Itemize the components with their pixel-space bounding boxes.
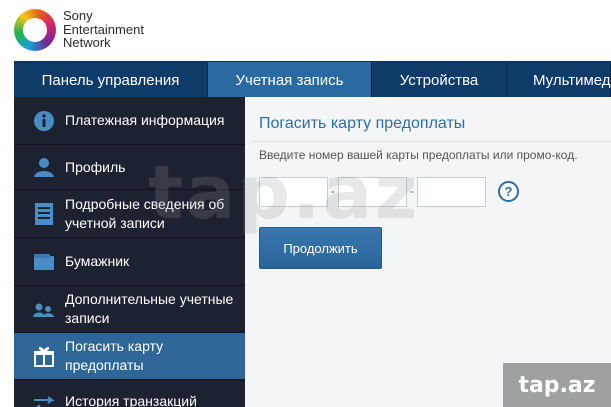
- sidebar-item-label: Профиль: [65, 158, 126, 175]
- gift-icon: [32, 344, 56, 368]
- users-icon: [32, 297, 56, 321]
- sidebar-item-label: Погасить карту предоплаты: [65, 338, 164, 373]
- sidebar-item-additional-accounts[interactable]: Дополнительные учетные записи: [14, 286, 245, 333]
- sidebar-item-wallet[interactable]: Бумажник: [14, 238, 245, 286]
- code-field-3[interactable]: [417, 177, 486, 207]
- sidebar-item-transaction-history[interactable]: История транзакций: [14, 380, 245, 407]
- tab-devices[interactable]: Устройства: [372, 62, 507, 97]
- sen-logo-icon[interactable]: [14, 9, 56, 51]
- page-title: Погасить карту предоплаты: [259, 115, 466, 132]
- sidebar-item-account-details[interactable]: Подробные сведения об учетной записи: [14, 190, 245, 238]
- separator: -: [331, 184, 335, 198]
- tab-account[interactable]: Учетная запись: [208, 62, 372, 97]
- continue-button[interactable]: Продолжить: [259, 227, 382, 269]
- transfer-arrows-icon: [32, 392, 56, 407]
- wallet-icon: [32, 250, 56, 274]
- code-field-1[interactable]: [259, 177, 328, 207]
- sidebar-item-label: Платежная информация: [65, 112, 225, 128]
- sidebar-item-redeem-card[interactable]: Погасить карту предоплаты: [14, 333, 245, 380]
- logo-line: Network: [63, 35, 111, 50]
- sidebar-item-label: Подробные сведения об учетной записи: [65, 195, 225, 231]
- sidebar-item-label: История транзакций: [65, 393, 197, 407]
- sidebar: Платежная информация Профиль Подробные с…: [14, 97, 245, 407]
- sidebar-item-label: Бумажник: [65, 253, 130, 269]
- header: Sony Entertainment Network: [0, 0, 611, 60]
- top-navigation: Панель управления Учетная запись Устройс…: [14, 61, 611, 97]
- corner-watermark: tap.az: [503, 363, 611, 407]
- logo-text[interactable]: Sony Entertainment Network: [63, 9, 144, 50]
- info-icon: [32, 109, 56, 133]
- divider: [251, 141, 611, 142]
- tab-multimedia[interactable]: Мультимед: [507, 62, 611, 97]
- document-icon: [32, 202, 56, 226]
- instruction-text: Введите номер вашей карты предоплаты или…: [259, 148, 578, 162]
- sidebar-item-payment-info[interactable]: Платежная информация: [14, 97, 245, 145]
- sidebar-item-label: Дополнительные учетные записи: [65, 291, 234, 326]
- sidebar-item-profile[interactable]: Профиль: [14, 145, 245, 190]
- help-icon[interactable]: ?: [498, 181, 519, 202]
- tab-dashboard[interactable]: Панель управления: [14, 62, 208, 97]
- separator: -: [410, 184, 414, 198]
- code-field-2[interactable]: [338, 177, 407, 207]
- logo-line: Sony: [63, 8, 93, 23]
- logo-line: Entertainment: [63, 21, 144, 37]
- person-icon: [32, 155, 56, 179]
- main-content: Погасить карту предоплаты Введите номер …: [245, 97, 611, 407]
